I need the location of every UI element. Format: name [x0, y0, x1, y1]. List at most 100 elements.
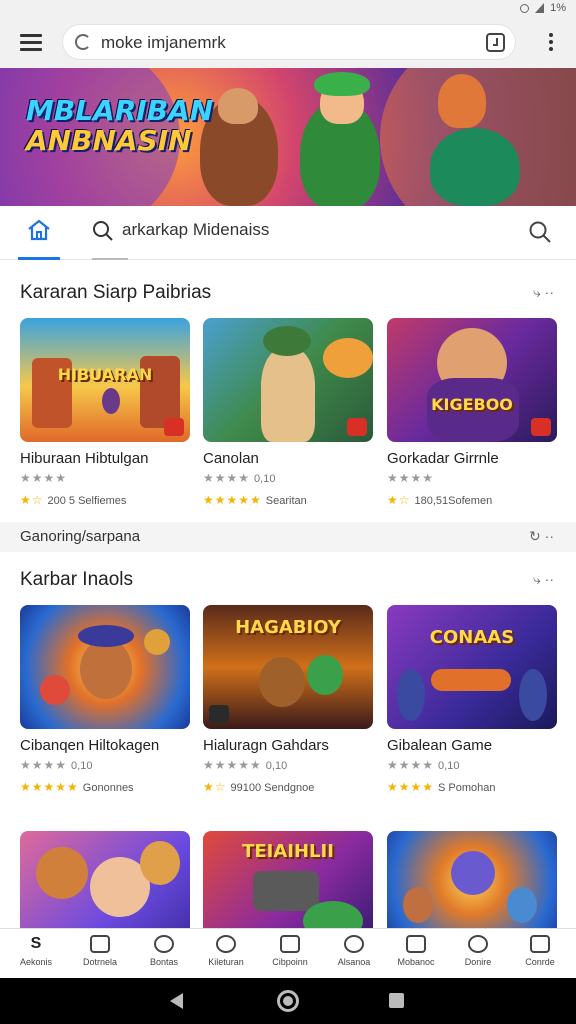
url-text[interactable]: moke imjanemrk	[101, 33, 226, 53]
user-rating-stars: ★★★★★ Searitan	[203, 493, 307, 507]
box-icon	[406, 935, 426, 953]
nav-item-8[interactable]: Donire	[450, 933, 506, 977]
game-card[interactable]: Canolan ★★★★ 0,10 ★★★★★ Searitan	[203, 318, 373, 507]
calendar-icon	[280, 935, 300, 953]
recents-icon[interactable]	[389, 993, 404, 1008]
nav-label: Dotrnela	[82, 957, 118, 967]
badge-icon	[347, 418, 367, 436]
game-thumbnail[interactable]: KIGEBOO	[387, 318, 557, 442]
badge-icon	[209, 705, 229, 723]
review-count: Gononnes	[82, 782, 134, 794]
game-card[interactable]: HIBUARAN Hiburaan Hibtulgan ★★★★ ★☆ 200 5…	[20, 318, 190, 507]
section-more-icon[interactable]: ⤷ ··	[533, 284, 554, 301]
nav-label: Bontas	[149, 957, 179, 967]
game-name: Hiburaan Hibtulgan	[20, 450, 149, 467]
nav-item-1[interactable]: S Aekonis	[8, 933, 64, 977]
game-thumbnail[interactable]	[203, 318, 373, 442]
tab-home[interactable]	[18, 216, 60, 260]
user-rating-stars: ★☆ 200 5 Selfiemes	[20, 493, 127, 507]
user-rating-stars: ★☆ 99100 Sendgnoe	[203, 780, 315, 794]
game-thumbnail[interactable]	[20, 605, 190, 729]
alarm-icon	[520, 3, 530, 13]
rating-value: 0,10	[71, 760, 93, 772]
nav-item-9[interactable]: Conrde	[512, 933, 568, 977]
tab-bar: arkarkap Midenaiss	[0, 206, 576, 260]
search-icon	[93, 221, 113, 241]
battery-text: 1%	[550, 2, 566, 14]
section-title: Kararan Siarp Paibrias	[20, 282, 212, 303]
reload-icon[interactable]	[75, 34, 91, 50]
game-card[interactable]: HAGABIOY Hialuragn Gahdars ★★★★★ 0,10 ★☆ 9…	[203, 605, 373, 794]
address-bar[interactable]: moke imjanemrk	[62, 24, 516, 60]
game-thumbnail[interactable]: CONAAS	[387, 605, 557, 729]
tab-search[interactable]: arkarkap Midenaiss	[92, 218, 292, 248]
review-count: 200 5 Selfiemes	[47, 495, 127, 507]
review-count: 99100 Sendgnoe	[230, 782, 315, 794]
promo-banner[interactable]: MBLARIBAN ANBNASIN	[0, 68, 576, 206]
badge-icon	[164, 418, 184, 436]
signal-icon	[535, 3, 545, 13]
game-name: Canolan	[203, 450, 259, 467]
nav-item-4[interactable]: Kileturan	[198, 933, 254, 977]
review-count: Searitan	[265, 495, 307, 507]
refresh-icon[interactable]: ↻ ··	[529, 528, 554, 545]
nav-label: Conrde	[525, 957, 555, 967]
game-name: Hialuragn Gahdars	[203, 737, 329, 754]
rating-stars: ★★★★	[20, 471, 68, 485]
tab-switcher-icon[interactable]	[486, 33, 505, 52]
review-count: 180,51Sofemen	[414, 495, 493, 507]
game-name: Gorkadar Girrnle	[387, 450, 499, 467]
nav-item-3[interactable]: Bontas	[136, 933, 192, 977]
rating-value: 0,10	[265, 760, 288, 772]
nav-label: Mobanoc	[397, 957, 435, 967]
search-icon[interactable]	[528, 220, 552, 244]
bottom-navigation: S Aekonis Dotrnela Bontas Kileturan Cibp…	[0, 928, 576, 978]
rating-value: 0,10	[254, 473, 276, 485]
nav-item-7[interactable]: Mobanoc	[388, 933, 444, 977]
game-thumbnail[interactable]: HIBUARAN	[20, 318, 190, 442]
rating-stars: ★★★★ 0,10	[20, 758, 93, 772]
nav-label: Alsanoa	[337, 957, 371, 967]
nav-item-2[interactable]: Dotrnela	[72, 933, 128, 977]
stack-icon	[530, 935, 550, 953]
chat-icon	[154, 935, 174, 953]
thumbnail-title: KIGEBOO	[431, 394, 513, 414]
nav-label: Kileturan	[208, 957, 244, 967]
rating-stars: ★★★★	[387, 471, 435, 485]
game-card[interactable]: KIGEBOO Gorkadar Girrnle ★★★★ ★☆ 180,51So…	[387, 318, 557, 507]
map-icon	[90, 935, 110, 953]
hamburger-menu-icon[interactable]	[20, 34, 42, 51]
section-title: Karbar Inaols	[20, 569, 134, 590]
rating-value: 0,10	[438, 760, 460, 772]
user-rating-stars: ★★★★ S Pomohan	[387, 780, 496, 794]
back-icon[interactable]	[170, 993, 183, 1009]
thumbnail-title: HAGABIOY	[235, 617, 341, 638]
thumbnail-title: TEIAIHLII	[242, 841, 334, 862]
section-more-icon[interactable]: ⤷ ··	[533, 571, 554, 588]
browser-toolbar: moke imjanemrk	[0, 18, 576, 68]
category-row[interactable]: Ganoring/sarpana ↻ ··	[0, 522, 576, 552]
badge-icon	[531, 418, 551, 436]
nav-item-6[interactable]: Alsanoa	[326, 933, 382, 977]
game-name: Cibanqen Hiltokagen	[20, 737, 160, 754]
thumbnail-title: CONAAS	[429, 627, 515, 648]
rating-stars: ★★★★ 0,10	[387, 758, 460, 772]
thumbnail-title: HIBUARAN	[57, 365, 153, 385]
game-thumbnail[interactable]: HAGABIOY	[203, 605, 373, 729]
user-rating-stars: ★★★★★ Gononnes	[20, 780, 134, 794]
game-card[interactable]: CONAAS Gibalean Game ★★★★ 0,10 ★★★★ S Pomo…	[387, 605, 557, 794]
group-icon	[468, 935, 488, 953]
tab-underline	[92, 258, 128, 260]
nav-item-5[interactable]: Cibpoinn	[262, 933, 318, 977]
nav-label: Donire	[464, 957, 492, 967]
overflow-menu-icon[interactable]	[548, 33, 554, 53]
tab-search-label: arkarkap Midenaiss	[122, 220, 270, 239]
status-bar: 1%	[0, 0, 576, 18]
game-card[interactable]: Cibanqen Hiltokagen ★★★★ 0,10 ★★★★★ Gononn…	[20, 605, 190, 794]
home-button-icon[interactable]	[277, 990, 299, 1012]
s-icon: S	[30, 935, 42, 952]
nav-label: Cibpoinn	[272, 957, 308, 967]
user-rating-stars: ★☆ 180,51Sofemen	[387, 493, 493, 507]
review-count: S Pomohan	[438, 782, 496, 794]
game-name: Gibalean Game	[387, 737, 493, 754]
